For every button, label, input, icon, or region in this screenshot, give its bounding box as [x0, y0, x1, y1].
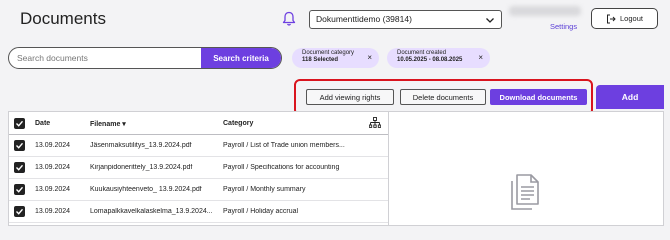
cell-filename: Jäsenmaksutilitys_13.9.2024.pdf: [90, 142, 192, 149]
cell-filename: Kuukausiyhteenveto_ 13.9.2024.pdf: [90, 186, 202, 193]
client-select-value: Dokumenttidemo (39814): [316, 14, 412, 24]
column-header-date[interactable]: Date: [35, 120, 50, 127]
row-checkbox[interactable]: [14, 140, 25, 151]
search-criteria-button[interactable]: Search criteria: [201, 48, 281, 68]
row-checkbox[interactable]: [14, 206, 25, 217]
documents-table: Date Filename ▾ Category 13.09.2024 Jäse…: [8, 111, 389, 226]
search-input[interactable]: [9, 48, 203, 68]
logout-label: Logout: [620, 14, 643, 23]
client-select[interactable]: Dokumenttidemo (39814): [309, 10, 502, 29]
bell-icon[interactable]: [282, 11, 296, 27]
table-header: Date Filename ▾ Category: [9, 112, 388, 135]
table-row[interactable]: 13.09.2024 Lomapalkkavelkalaskelma_13.9.…: [9, 201, 388, 223]
close-icon[interactable]: ×: [478, 54, 483, 62]
filter-chip-value: 10.05.2025 - 08.08.2025: [397, 57, 463, 63]
checkmark-icon: [16, 120, 24, 127]
document-preview-panel: [389, 111, 664, 226]
row-checkbox[interactable]: [14, 184, 25, 195]
close-icon[interactable]: ×: [367, 54, 372, 62]
filter-chip-category[interactable]: Document category 118 Selected ×: [292, 48, 379, 68]
filter-chip-label: Document category: [302, 50, 355, 56]
user-name-redacted: [509, 6, 581, 16]
cell-filename: Lomapalkkavelkalaskelma_13.9.2024...: [90, 208, 213, 215]
settings-link[interactable]: Settings: [550, 22, 577, 31]
chevron-down-icon: [486, 18, 494, 23]
column-header-category[interactable]: Category: [223, 120, 383, 127]
cell-filename: Kirjanpidonerittely_13.9.2024.pdf: [90, 164, 193, 171]
select-all-checkbox[interactable]: [14, 118, 25, 129]
cell-category: Payroll / Holiday accrual: [223, 208, 299, 215]
table-row[interactable]: 13.09.2024 Kuukausiyhteenveto_ 13.9.2024…: [9, 179, 388, 201]
column-header-filename[interactable]: Filename ▾: [90, 120, 220, 128]
logout-icon: [607, 14, 616, 23]
hierarchy-icon[interactable]: [369, 117, 381, 129]
search-bar: Search criteria: [8, 47, 282, 69]
logout-button[interactable]: Logout: [591, 8, 658, 29]
table-row[interactable]: 13.09.2024 Kirjanpidonerittely_13.9.2024…: [9, 157, 388, 179]
cell-date: 13.09.2024: [35, 164, 71, 171]
checkmark-icon: [16, 186, 24, 193]
cell-category: Payroll / Monthly summary: [223, 186, 306, 193]
filter-chip-label: Document created: [397, 50, 447, 56]
cell-date: 13.09.2024: [35, 142, 71, 149]
checkmark-icon: [16, 164, 24, 171]
cell-category: Payroll / List of Trade union members...: [223, 142, 345, 149]
table-row[interactable]: 13.09.2024 Jäsenmaksutilitys_13.9.2024.p…: [9, 135, 388, 157]
row-checkbox[interactable]: [14, 162, 25, 173]
checkmark-icon: [16, 208, 24, 215]
cell-date: 13.09.2024: [35, 208, 71, 215]
cell-category: Payroll / Specifications for accounting: [223, 164, 340, 171]
checkmark-icon: [16, 142, 24, 149]
filter-chip-created[interactable]: Document created 10.05.2025 - 08.08.2025…: [387, 48, 490, 68]
page-title: Documents: [20, 9, 106, 28]
documents-icon: [511, 174, 539, 210]
cell-date: 13.09.2024: [35, 186, 71, 193]
add-button[interactable]: Add: [596, 85, 664, 109]
filter-chip-value: 118 Selected: [302, 57, 339, 63]
